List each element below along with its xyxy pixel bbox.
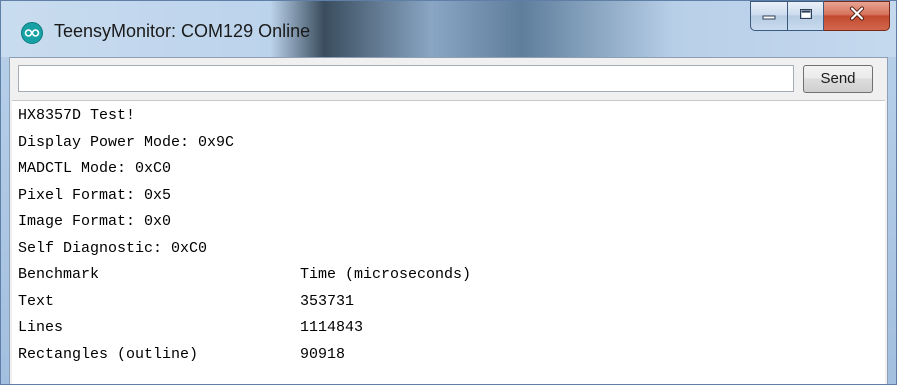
monitor-client-area: Send HX8357D Test! Display Power Mode: 0… [9, 57, 888, 384]
benchmark-row: Lines 1114843 [12, 315, 885, 342]
output-line: Display Power Mode: 0x9C [18, 133, 235, 151]
output-line: MADCTL Mode: 0xC0 [18, 160, 172, 177]
benchmark-row: Rectangles (outline) 90918 [12, 342, 885, 369]
close-icon [849, 6, 865, 26]
benchmark-name: Text [18, 292, 55, 310]
benchmark-row: Text 353731 [12, 289, 885, 316]
output-line: HX8357D Test! [18, 107, 136, 124]
maximize-icon [799, 7, 813, 25]
teensy-monitor-window: TeensyMonitor: COM129 Online Send HX8357… [0, 0, 897, 385]
benchmark-name: Rectangles (outline) [18, 345, 199, 363]
output-line: Self Diagnostic: 0xC0 [18, 239, 208, 257]
output-line: Image Format: 0x0 [18, 213, 172, 230]
benchmark-value: 353731 [300, 292, 355, 310]
arduino-infinity-icon [21, 22, 43, 44]
caption-buttons [750, 1, 890, 33]
send-button[interactable]: Send [803, 65, 873, 93]
input-row: Send [10, 58, 887, 100]
benchmark-name: Lines [18, 319, 64, 336]
benchmark-value: 90918 [300, 345, 346, 363]
maximize-button[interactable] [788, 1, 824, 31]
serial-input[interactable] [18, 65, 794, 92]
benchmark-header-row: Benchmark Time (microseconds) [12, 262, 885, 289]
title-bar[interactable]: TeensyMonitor: COM129 Online [1, 1, 896, 57]
close-button[interactable] [824, 1, 890, 31]
benchmark-value: 1114843 [300, 319, 364, 336]
benchmark-value: Time (microseconds) [300, 266, 472, 283]
serial-output[interactable]: HX8357D Test! Display Power Mode: 0x9C M… [12, 100, 885, 384]
window-title: TeensyMonitor: COM129 Online [54, 21, 311, 41]
minimize-button[interactable] [750, 1, 788, 31]
output-line: Pixel Format: 0x5 [18, 186, 172, 204]
benchmark-name: Benchmark [18, 266, 100, 283]
minimize-icon [762, 7, 776, 25]
